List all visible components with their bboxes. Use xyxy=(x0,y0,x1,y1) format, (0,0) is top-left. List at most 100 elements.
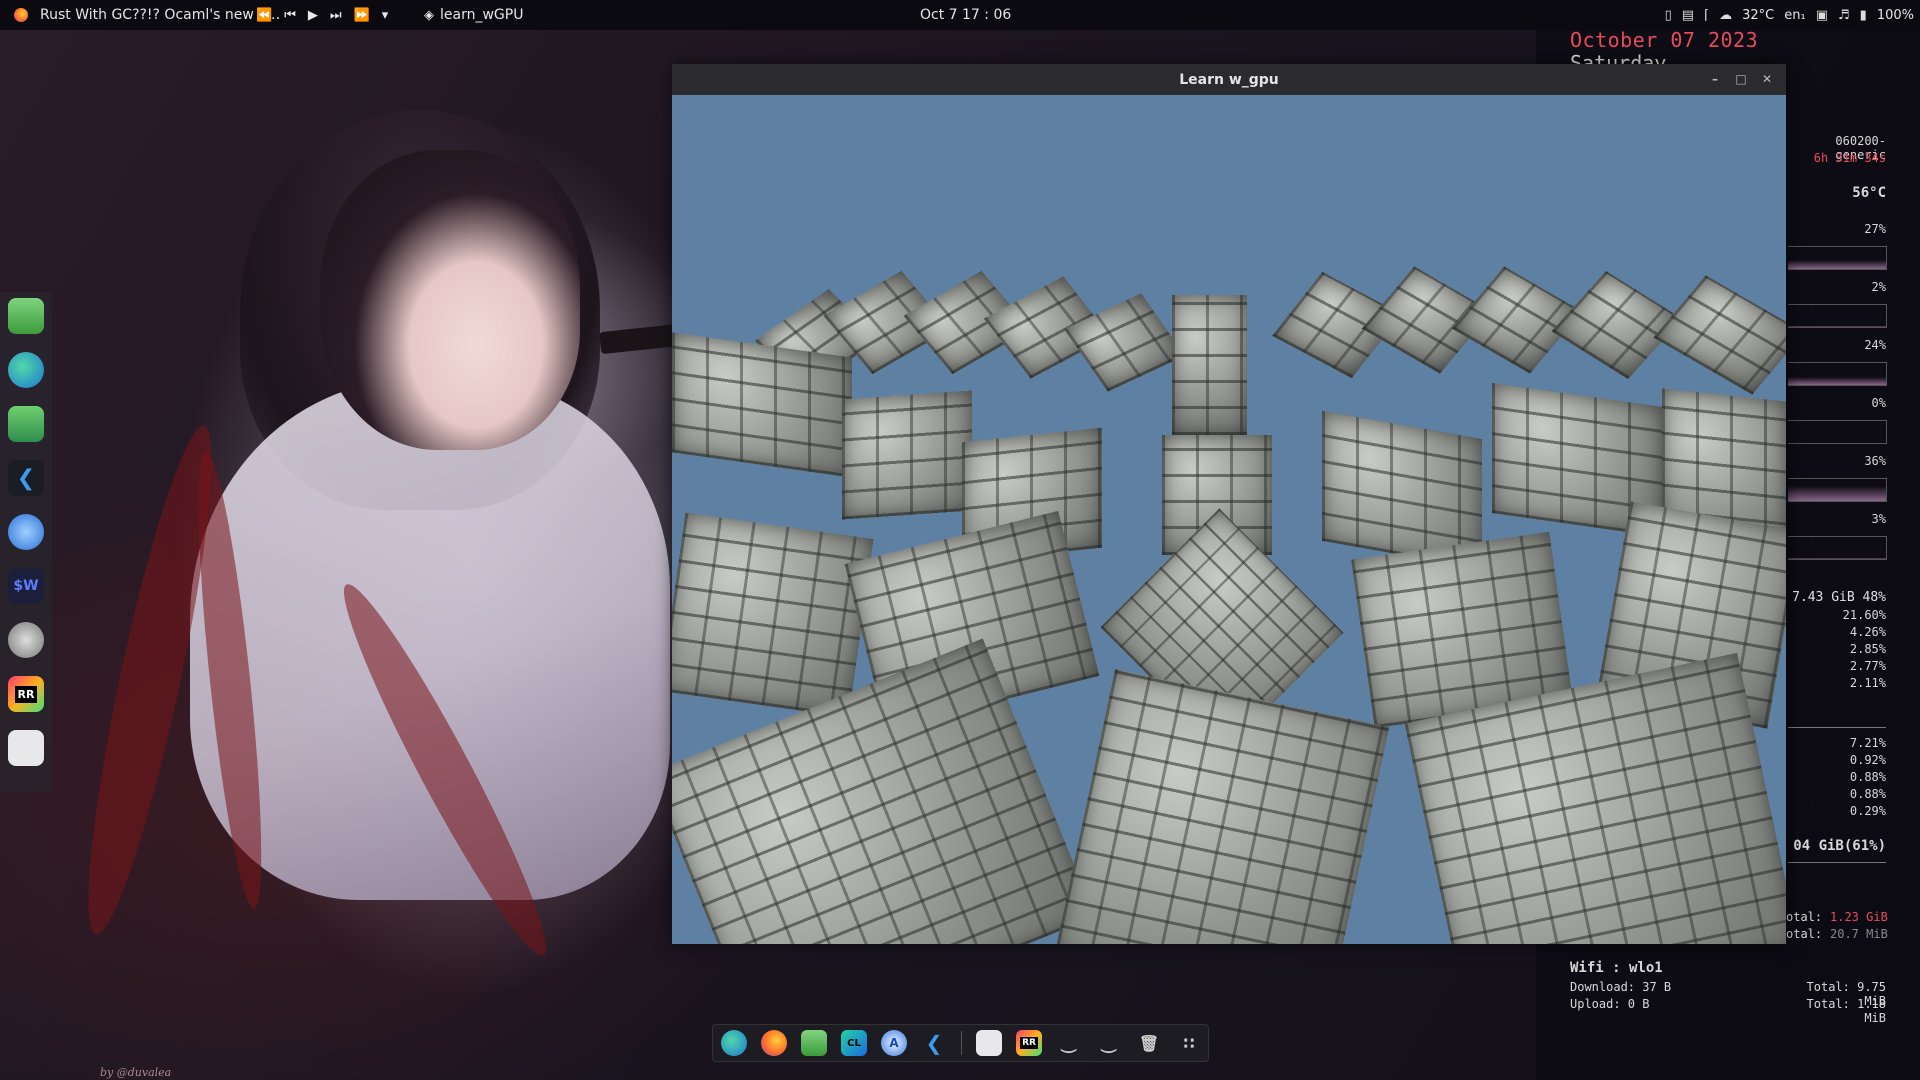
window-titlebar[interactable]: Learn w_gpu – □ ✕ xyxy=(672,64,1786,95)
textured-cube xyxy=(1653,275,1786,395)
firefox-icon[interactable] xyxy=(761,1030,787,1056)
learn-wgpu-window: Learn w_gpu – □ ✕ xyxy=(672,64,1786,944)
render-viewport[interactable] xyxy=(672,95,1786,944)
textured-cube xyxy=(672,512,874,718)
top-cpu-percent: 0.88% xyxy=(1849,787,1886,801)
trash-icon[interactable]: 🗑 xyxy=(1136,1030,1162,1056)
files-icon[interactable] xyxy=(8,298,44,334)
cloud-icon[interactable]: ☁ xyxy=(1719,8,1732,23)
firefox-icon xyxy=(14,8,28,22)
media-player-indicator[interactable]: Rust With GC??!? Ocaml's new F… xyxy=(14,0,280,30)
media-controls: ⏪ ⏮ ▶ ⏭ ⏩ ▾ xyxy=(250,0,394,30)
cpu-core-percent: 3% xyxy=(1871,512,1886,526)
ram-usage: 7.43 GiB 48% xyxy=(1792,590,1886,605)
system-tray: ▯ ▤ ⌈ ☁ 32°C en₁ ▣ ♬ ▮ 100% xyxy=(1665,0,1920,30)
clock[interactable]: Oct 7 17 : 06 xyxy=(920,0,1011,30)
settings-icon[interactable] xyxy=(976,1030,1002,1056)
top-cpu-percent: 0.29% xyxy=(1849,804,1886,818)
chevron-down-icon[interactable]: ▾ xyxy=(382,8,389,23)
top-bar: Rust With GC??!? Ocaml's new F… ⏪ ⏮ ▶ ⏭ … xyxy=(0,0,1920,30)
rewind-icon[interactable]: ⏪ xyxy=(256,8,272,23)
app-grid-icon[interactable]: ∷ xyxy=(1176,1030,1202,1056)
wifi-upload: Upload: 0 B xyxy=(1570,997,1650,1011)
battery-icon[interactable]: ▮ xyxy=(1860,8,1867,23)
rustrover-icon[interactable]: RR xyxy=(1016,1030,1042,1056)
keyboard-layout[interactable]: en₁ xyxy=(1784,8,1805,23)
wallpaper-character-body xyxy=(190,380,670,900)
cpu-core-percent: 24% xyxy=(1864,338,1886,352)
rustrover-label: RR xyxy=(1020,1037,1038,1049)
cpu-graph xyxy=(1788,362,1887,386)
drive-icon[interactable]: ▤ xyxy=(1682,8,1694,23)
rustrover-icon[interactable]: RR xyxy=(8,676,44,712)
maximize-button[interactable]: □ xyxy=(1732,70,1750,88)
active-app-indicator[interactable]: ◈ learn_wGPU xyxy=(424,0,523,30)
safari-icon[interactable] xyxy=(8,514,44,550)
clion-icon[interactable]: CL xyxy=(841,1030,867,1056)
wallpaper-signature: by @duvalea xyxy=(100,1066,172,1079)
top-mem-percent: 2.85% xyxy=(1849,642,1886,656)
drive-icon[interactable]: ⏝ xyxy=(1056,1030,1082,1056)
conky-uptime: 6h 31m 34s xyxy=(1813,151,1886,165)
play-icon[interactable]: ▶ xyxy=(308,8,318,23)
textured-cube xyxy=(842,390,972,520)
disk-read-total: 1.23 GiB xyxy=(1830,910,1888,924)
cpu-graph xyxy=(1788,304,1887,328)
active-app-name: learn_wGPU xyxy=(440,7,524,23)
phone-icon[interactable]: ▯ xyxy=(1665,8,1672,23)
wallpaper-character-head xyxy=(320,150,580,450)
terminal-icon[interactable] xyxy=(8,406,44,442)
media-title: Rust With GC??!? Ocaml's new F… xyxy=(40,7,281,23)
vscode-icon[interactable]: ❮ xyxy=(921,1030,947,1056)
top-cpu-percent: 0.92% xyxy=(1849,753,1886,767)
bottom-dock: CL A ❮ RR ⏝ ⏝ 🗑 ∷ xyxy=(712,1024,1209,1062)
mouse-icon[interactable] xyxy=(8,622,44,658)
divider xyxy=(1788,727,1886,728)
top-mem-percent: 4.26% xyxy=(1849,625,1886,639)
cpu-core-percent: 2% xyxy=(1871,280,1886,294)
rustrover-label: RR xyxy=(14,685,38,703)
disk-write-total: 20.7 MiB xyxy=(1830,927,1888,941)
app-store-icon[interactable]: A xyxy=(881,1030,907,1056)
previous-icon[interactable]: ⏮ xyxy=(284,8,296,23)
top-mem-percent: 2.77% xyxy=(1849,659,1886,673)
top-mem-percent: 2.11% xyxy=(1849,676,1886,690)
left-dock: ❮ $W RR xyxy=(0,292,52,792)
fast-forward-icon[interactable]: ⏩ xyxy=(354,8,370,23)
dock-separator xyxy=(961,1031,962,1055)
wifi-total-up: Total: 1.18 MiB xyxy=(1806,997,1886,1025)
weather-temp[interactable]: 32°C xyxy=(1742,8,1774,23)
close-button[interactable]: ✕ xyxy=(1758,70,1776,88)
volume-icon[interactable]: ♬ xyxy=(1838,8,1850,23)
bluetooth-icon[interactable]: ⌈ xyxy=(1704,8,1709,23)
top-cpu-percent: 7.21% xyxy=(1849,736,1886,750)
next-icon[interactable]: ⏭ xyxy=(330,8,342,23)
drive-icon[interactable]: ⏝ xyxy=(1096,1030,1122,1056)
minimize-button[interactable]: – xyxy=(1706,70,1724,88)
wgpu-app-icon: ◈ xyxy=(424,7,434,23)
conky-date: October 07 2023 xyxy=(1570,28,1759,52)
textured-cube xyxy=(1172,295,1247,435)
battery-level[interactable]: 100% xyxy=(1877,8,1914,23)
settings-icon[interactable] xyxy=(8,730,44,766)
textured-cube xyxy=(672,332,852,478)
cpu-core-percent: 36% xyxy=(1864,454,1886,468)
top-mem-percent: 21.60% xyxy=(1842,608,1886,622)
textured-cube xyxy=(1054,669,1390,944)
top-cpu-percent: 0.88% xyxy=(1849,770,1886,784)
cpu-graph xyxy=(1788,536,1887,560)
cpu-core-percent: 27% xyxy=(1864,222,1886,236)
disk-read-label: otal: xyxy=(1786,910,1823,924)
warp-icon[interactable]: $W xyxy=(8,568,44,604)
files-icon[interactable] xyxy=(801,1030,827,1056)
wifi-title: Wifi : wlo1 xyxy=(1570,960,1663,976)
wifi-download: Download: 37 B xyxy=(1570,980,1672,994)
divider xyxy=(1788,862,1886,863)
network-icon[interactable]: ▣ xyxy=(1816,8,1828,23)
edge-icon[interactable] xyxy=(721,1030,747,1056)
disk-write-label: otal: xyxy=(1786,927,1823,941)
edge-icon[interactable] xyxy=(8,352,44,388)
vscode-icon[interactable]: ❮ xyxy=(8,460,44,496)
cpu-graph xyxy=(1788,478,1887,502)
cpu-graph xyxy=(1788,246,1887,270)
